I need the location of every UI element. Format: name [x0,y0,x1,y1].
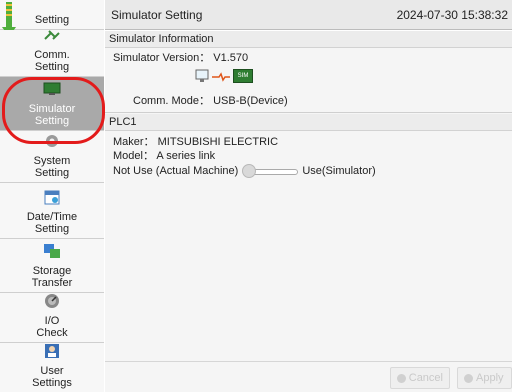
section-title: PLC1 [105,114,512,131]
sidebar-item-simulator-setting[interactable]: Simulator Setting [0,77,104,131]
simulator-toggle-row: Not Use (Actual Machine) Use(Simulator) [105,164,512,178]
simulator-icon [43,81,61,97]
page-title: Simulator Setting [111,7,203,22]
pc-monitor-icon [195,69,209,82]
link-arrow-icon [212,72,230,82]
sidebar-item-label: Simulator Setting [28,103,76,127]
toggle-on-label: Use(Simulator) [302,165,376,177]
sidebar-item-comm-setting[interactable]: Comm. Setting [0,30,104,77]
apply-button[interactable]: Apply [457,367,512,389]
toggle-off-label: Not Use (Actual Machine) [113,165,239,177]
sidebar-item-user-settings[interactable]: User Settings [0,343,104,392]
user-icon [43,343,61,359]
header-bar: Simulator Setting 2024-07-30 15:38:32 [105,0,512,30]
sidebar-item-io-check[interactable]: I/O Check [0,293,104,343]
io-gauge-icon [43,293,61,309]
comm-mode: Comm. Mode： USB-B(Device) [133,95,288,107]
sidebar-item-label: User Settings [32,365,72,389]
sidebar-item-label: Storage Transfer [31,265,73,289]
cancel-label: Cancel [408,372,443,384]
section-title: Simulator Information [105,31,512,48]
sidebar-item-date-time-setting[interactable]: Date/Time Setting [0,183,104,239]
sidebar-item-label: Comm. Setting [34,49,70,73]
transfer-icon [43,243,61,259]
simulator-info-section: Simulator Information Simulator Version：… [105,31,512,113]
sidebar: Setting Comm. Setting Simulator Setting Sy… [0,0,105,392]
toggle-track [252,169,299,175]
sim-badge: SIM [233,69,253,83]
connection-diagram: SIM [195,69,255,85]
apply-icon [464,373,473,383]
cancel-button[interactable]: Cancel [390,367,450,389]
comm-icon [43,27,61,43]
datetime-display: 2024-07-30 15:38:32 [396,7,508,22]
sidebar-item-label: I/O Check [36,315,68,339]
sidebar-item-label: System Setting [33,155,71,179]
main-content: Simulator Information Simulator Version：… [105,31,512,361]
simulator-version: Simulator Version： V1.570 [113,52,249,64]
plc1-section: PLC1 Maker： MITSUBISHI ELECTRIC Model： A… [105,114,512,194]
system-gear-icon [43,133,61,149]
simulator-toggle-switch[interactable] [242,164,299,178]
sidebar-item-label: Date/Time Setting [26,211,78,235]
plc-maker: Maker： MITSUBISHI ELECTRIC [113,136,279,148]
toggle-knob[interactable] [242,164,257,178]
sidebar-item-storage-transfer[interactable]: Storage Transfer [0,239,104,293]
calendar-icon [43,189,61,205]
sidebar-item-system-setting[interactable]: System Setting [0,131,104,183]
footer-bar: Cancel Apply [105,361,512,392]
apply-label: Apply [476,372,504,384]
cancel-icon [397,373,406,383]
plc-model: Model： A series link [113,150,216,162]
